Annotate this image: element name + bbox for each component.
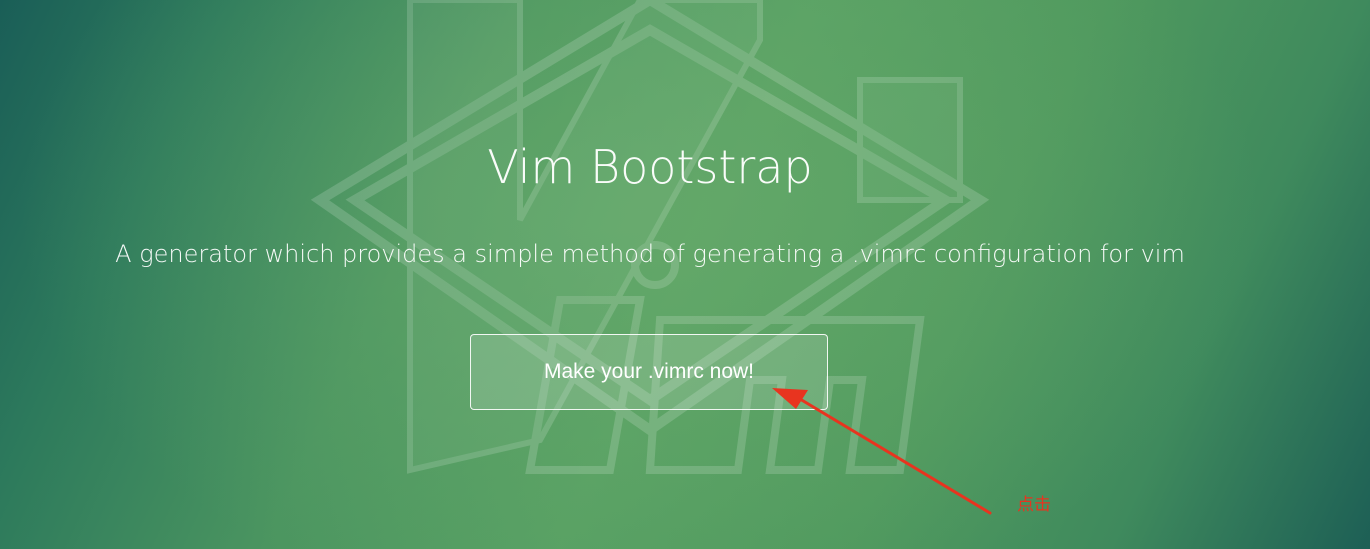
page-subtitle: A generator which provides a simple meth… [115, 240, 1185, 268]
annotation-label: 点击 [1017, 495, 1051, 515]
hero-section: Vim Bootstrap A generator which provides… [0, 0, 1370, 549]
page-title: Vim Bootstrap [487, 140, 813, 194]
vim-logo-watermark-icon [310, 0, 990, 474]
make-vimrc-button[interactable]: Make your .vimrc now! [470, 334, 828, 410]
make-vimrc-button-label: Make your .vimrc now! [543, 360, 755, 383]
